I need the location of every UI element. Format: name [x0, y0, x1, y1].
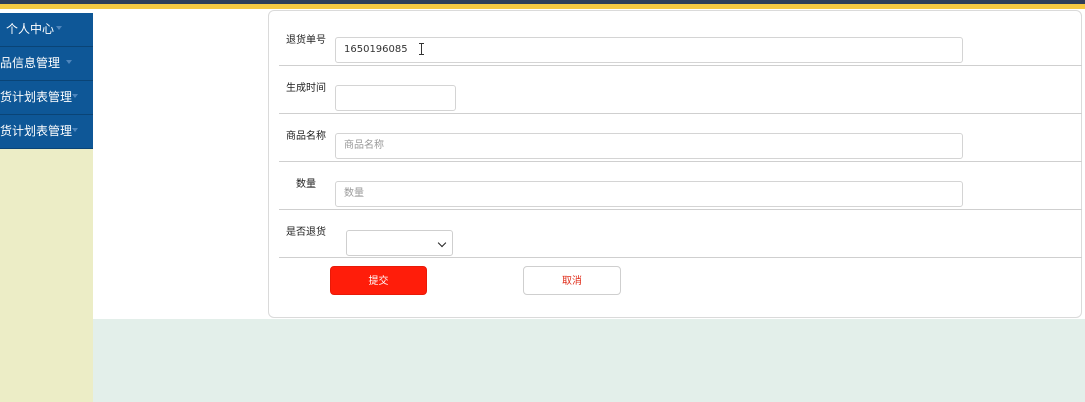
return-no-input[interactable]: 1650196085	[335, 37, 963, 63]
is-returned-select[interactable]	[346, 230, 453, 256]
chevron-down-icon	[437, 238, 447, 248]
field-label: 退货单号	[286, 35, 326, 46]
form-row-created-time: 生成时间	[279, 65, 1082, 114]
cancel-button[interactable]: 取消	[523, 266, 621, 295]
form-row-quantity: 数量 数量	[279, 161, 1082, 210]
chevron-down-icon	[72, 94, 78, 98]
sidebar-item-label: 个人中心	[6, 22, 55, 36]
quantity-input[interactable]: 数量	[335, 181, 963, 207]
chevron-down-icon	[56, 26, 62, 30]
field-label: 数量	[296, 179, 316, 190]
created-time-input[interactable]	[335, 85, 456, 111]
main-content-footer-area	[93, 319, 1085, 402]
field-label: 商品名称	[286, 131, 326, 142]
product-name-input[interactable]: 商品名称	[335, 133, 963, 159]
sidebar-item-return-plan[interactable]: 退货计划表管理	[0, 115, 93, 149]
field-label: 是否退货	[286, 227, 326, 238]
chevron-down-icon	[72, 128, 78, 132]
sidebar-item-product-info[interactable]: 商品信息管理	[0, 47, 93, 81]
sidebar-item-label: 商品信息管理	[0, 56, 61, 70]
sidebar-item-label: 退货计划表管理	[0, 124, 73, 138]
top-bar	[0, 0, 1085, 9]
sidebar-item-personal-center[interactable]: 个人中心	[0, 13, 93, 47]
sidebar: 个人中心 商品信息管理 进货计划表管理 退货计划表管理	[0, 13, 93, 402]
chevron-down-icon	[66, 60, 72, 64]
form-row-return-no: 退货单号 1650196085	[279, 17, 1082, 66]
form-row-is-returned: 是否退货	[279, 209, 1082, 258]
form-row-product-name: 商品名称 商品名称	[279, 113, 1082, 162]
sidebar-item-label: 进货计划表管理	[0, 90, 73, 104]
sidebar-item-purchase-plan[interactable]: 进货计划表管理	[0, 81, 93, 115]
submit-button[interactable]: 提交	[330, 266, 427, 295]
field-label: 生成时间	[286, 83, 326, 94]
text-cursor-icon	[419, 43, 424, 55]
return-form-card: 退货单号 1650196085 生成时间 商品名称 商品名称 数量 数量 是否退…	[268, 10, 1082, 318]
